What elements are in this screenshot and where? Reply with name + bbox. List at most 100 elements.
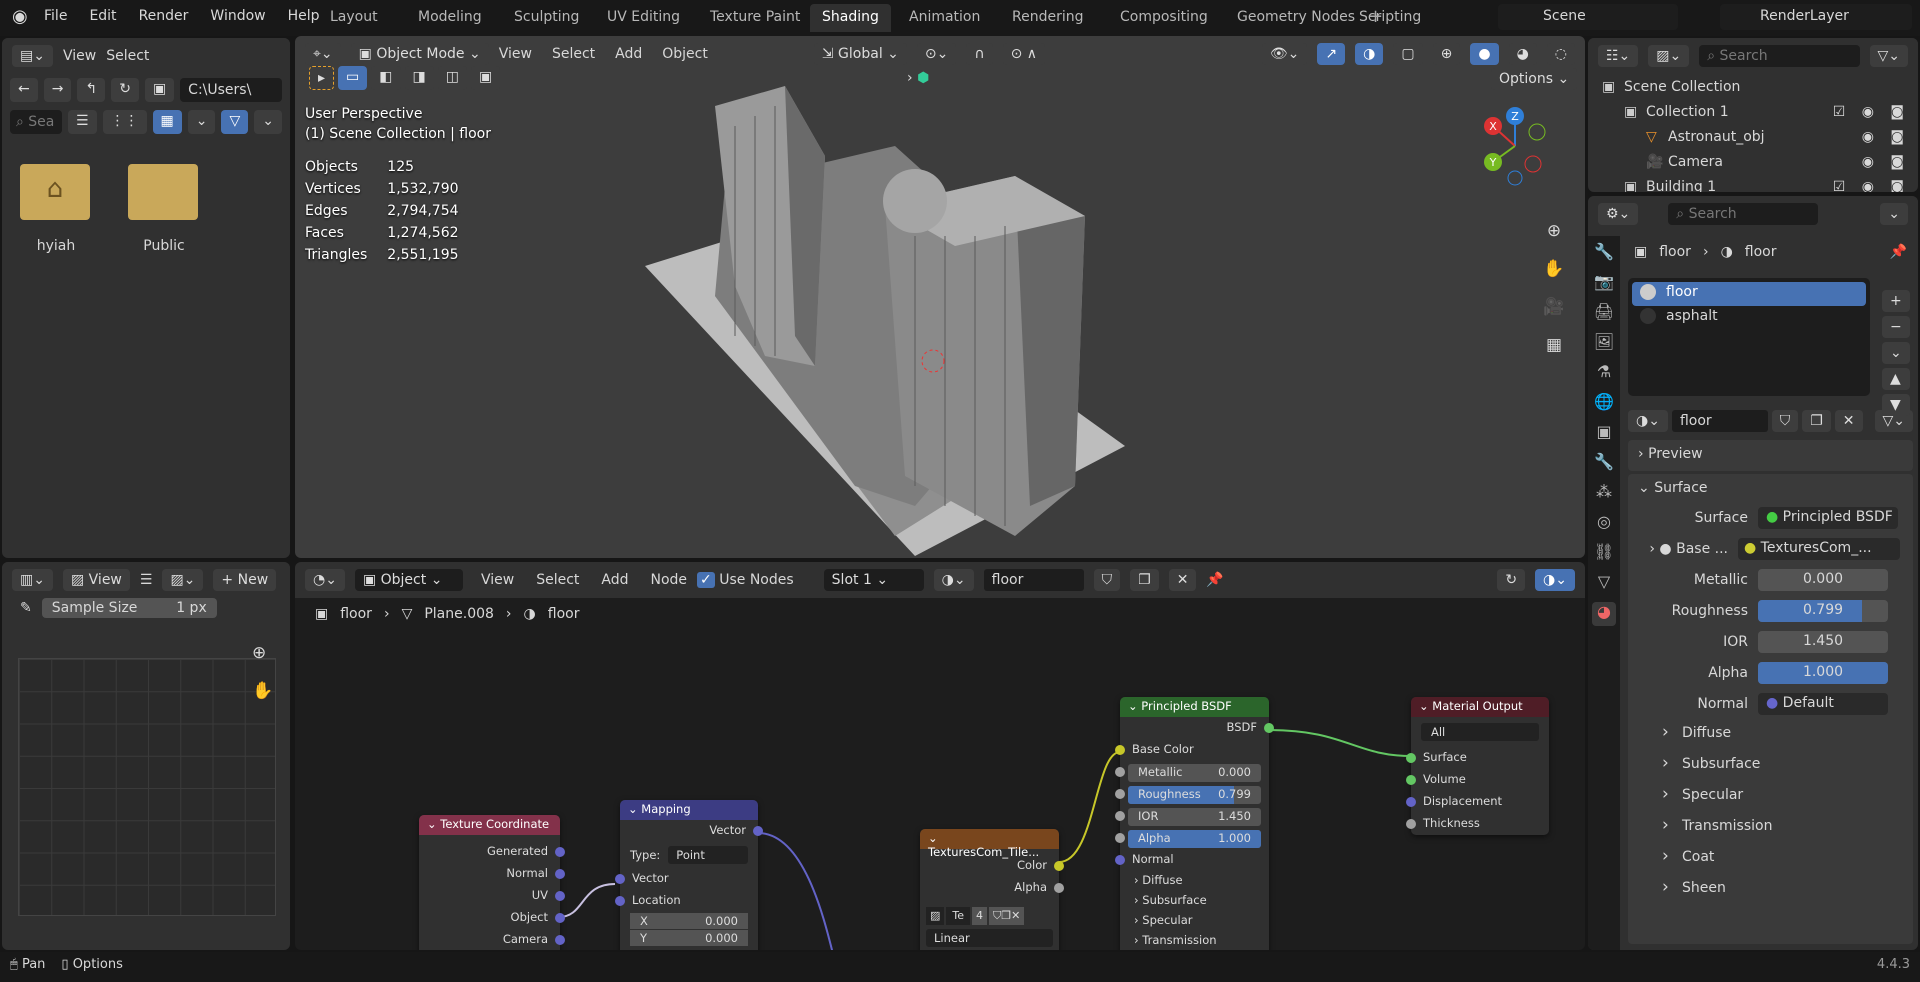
visibility-toggles[interactable]: ☑ ◉ ◙ (1833, 104, 1910, 120)
outliner-item[interactable]: ▣ Scene Collection (1588, 74, 1918, 99)
outliner-item[interactable]: ▽ Astronaut_obj ◉ ◙ (1588, 124, 1918, 149)
socket-vector[interactable]: Vector (615, 868, 758, 890)
preview-panel-header[interactable]: › Preview (1628, 440, 1913, 471)
node-field[interactable]: Metallic 0.000 (1128, 764, 1261, 782)
socket-bsdf[interactable]: BSDF (1120, 717, 1274, 739)
material-name-field[interactable]: floor (1671, 410, 1768, 432)
tool-tab-icon[interactable]: 🔧 (1592, 242, 1616, 266)
subpanel-subsurface[interactable]: Subsurface (1638, 750, 1903, 781)
particles-tab-icon[interactable]: ⁂ (1592, 482, 1616, 506)
socket-uv[interactable]: UV (419, 885, 565, 907)
image-browse-icon[interactable]: ▨ (926, 907, 945, 925)
duplicate-material-icon[interactable]: ❐ (1802, 410, 1831, 432)
object-tab-icon[interactable]: ▣ (1592, 422, 1616, 446)
socket-dot[interactable] (1054, 883, 1064, 893)
socket-camera[interactable]: Camera (419, 929, 565, 950)
node-header[interactable]: ⌄ Mapping (620, 800, 758, 820)
socket-dot[interactable] (555, 869, 565, 879)
material-tab-icon[interactable]: ◕ (1592, 602, 1616, 626)
socket-dot[interactable] (1115, 745, 1125, 755)
socket-dot[interactable] (1115, 767, 1125, 777)
slot-specials-button[interactable]: ⌄ (1882, 342, 1910, 364)
socket-dot[interactable] (1406, 797, 1416, 807)
location-x-field[interactable]: X 0.000 (630, 913, 748, 929)
property-field[interactable]: 0.000 (1758, 568, 1888, 591)
file-search-input[interactable]: ⌕ Sea (10, 110, 62, 134)
socket-dot[interactable] (615, 896, 625, 906)
zoom-icon[interactable]: ⊕ (1539, 212, 1569, 250)
type-dropdown[interactable]: Point (668, 846, 748, 864)
socket-normal[interactable]: Normal (419, 863, 565, 885)
socket-alpha[interactable]: Alpha 1.000 (1115, 827, 1269, 849)
collapse-icon[interactable]: ⌄ (1419, 699, 1432, 713)
editor-type-button[interactable]: ⚙⌄ (1598, 203, 1639, 225)
socket-dot[interactable] (555, 891, 565, 901)
sample-size-field[interactable]: Sample Size 1 px (41, 598, 217, 618)
property-field[interactable]: 0.799 (1758, 599, 1888, 622)
collapse-icon[interactable]: ⌄ (628, 802, 641, 816)
pin-icon[interactable]: 📌 (1890, 244, 1907, 260)
output-tab-icon[interactable]: 🖨 (1592, 302, 1616, 326)
base-color-field[interactable]: ● TexturesCom_... (1738, 537, 1900, 560)
display-mode-icon[interactable]: ☷⌄ (1598, 45, 1639, 67)
node-image[interactable]: ⌄ TexturesCom_Tile... Color Alpha ▨ Te 4 ⛉❐✕ Li… (920, 829, 1064, 950)
display-dropdown[interactable]: ⌄ (187, 110, 216, 134)
camera-view-icon[interactable]: 🎥 (1539, 288, 1569, 326)
back-icon[interactable]: ← (10, 78, 38, 102)
subpanel-diffuse[interactable]: Diffuse (1638, 719, 1903, 750)
socket-normal[interactable]: Normal (1115, 849, 1269, 871)
node-panel-subsurface[interactable]: › Subsurface (1120, 891, 1269, 911)
node-header[interactable]: ⌄ Principled BSDF (1120, 697, 1269, 717)
socket-dot[interactable] (753, 826, 763, 836)
tab-layout[interactable]: Layout (318, 4, 390, 32)
image-users[interactable]: 4 (972, 907, 988, 925)
tab-texture-paint[interactable]: Texture Paint (698, 4, 812, 32)
socket-dot[interactable] (1264, 723, 1274, 733)
render-tab-icon[interactable]: 📷 (1592, 272, 1616, 296)
outliner-item[interactable]: ▣ Building 1 ☑ ◉ ◙ (1588, 174, 1918, 193)
3d-viewport[interactable]: ⌖⌄ ▣ Object Mode ⌄ View Select Add Object ⇲… (295, 36, 1585, 558)
node-header[interactable]: ⌄ TexturesCom_Tile... (920, 829, 1059, 859)
interpolation-dropdown[interactable]: Linear (926, 929, 1053, 947)
socket-volume[interactable]: Volume (1406, 769, 1549, 791)
parent-dir-icon[interactable]: ↰ (77, 78, 106, 102)
outliner-item[interactable]: ▣ Collection 1 ☑ ◉ ◙ (1588, 99, 1918, 124)
filter-icon[interactable]: ▽ (221, 110, 249, 134)
surface-panel-header[interactable]: ⌄ Surface (1638, 480, 1903, 496)
scene-tab-icon[interactable]: ⚗ (1592, 362, 1616, 386)
constraints-tab-icon[interactable]: ⛓ (1592, 542, 1616, 566)
view-layer-tab-icon[interactable]: 🖼 (1592, 332, 1616, 356)
socket-dot[interactable] (1406, 819, 1416, 829)
socket-ior[interactable]: IOR 1.450 (1115, 805, 1269, 827)
new-folder-icon[interactable]: ▣ (144, 78, 175, 102)
node-bsdf[interactable]: ⌄ Principled BSDF BSDF Base Color Metallic 0… (1115, 697, 1274, 950)
socket-surface[interactable]: Surface (1406, 747, 1549, 769)
list-view-icon[interactable]: ☰ (67, 110, 97, 134)
socket-dot[interactable] (1054, 861, 1064, 871)
file-item-public[interactable]: Public (128, 164, 200, 254)
blender-logo-icon[interactable]: ◉ (12, 6, 28, 27)
image-name[interactable]: Te (946, 907, 971, 925)
filter-view-icon[interactable]: ▨⌄ (1648, 45, 1690, 67)
node-header[interactable]: ⌄ Texture Coordinate (419, 815, 560, 835)
path-input[interactable]: C:\Users\ (180, 78, 282, 102)
outliner-search[interactable]: ⌕ Search (1699, 45, 1860, 67)
tab-modeling[interactable]: Modeling (406, 4, 494, 32)
visibility-toggles[interactable]: ☑ ◉ ◙ (1833, 179, 1910, 193)
socket-dot[interactable] (615, 874, 625, 884)
thumbnail-view-icon[interactable]: ▦ (152, 110, 182, 134)
socket-dot[interactable] (555, 913, 565, 923)
editor-type-button[interactable]: ▥⌄ (12, 569, 53, 591)
normal-field[interactable]: ● Default (1758, 692, 1888, 715)
add-workspace-icon[interactable]: + (1368, 6, 1383, 27)
collapse-icon[interactable]: ⌄ (928, 831, 938, 845)
file-item-hyiah[interactable]: ⌂ hyiah (20, 164, 92, 254)
node-panel-diffuse[interactable]: › Diffuse (1120, 871, 1269, 891)
add-slot-button[interactable]: + (1882, 290, 1910, 312)
socket-roughness[interactable]: Roughness 0.799 (1115, 783, 1269, 805)
socket-thickness[interactable]: Thickness (1406, 813, 1549, 835)
collapse-icon[interactable]: ⌄ (427, 817, 440, 831)
world-tab-icon[interactable]: 🌐 (1592, 392, 1616, 416)
view-menu[interactable]: View (63, 48, 96, 64)
socket-dot[interactable] (555, 847, 565, 857)
